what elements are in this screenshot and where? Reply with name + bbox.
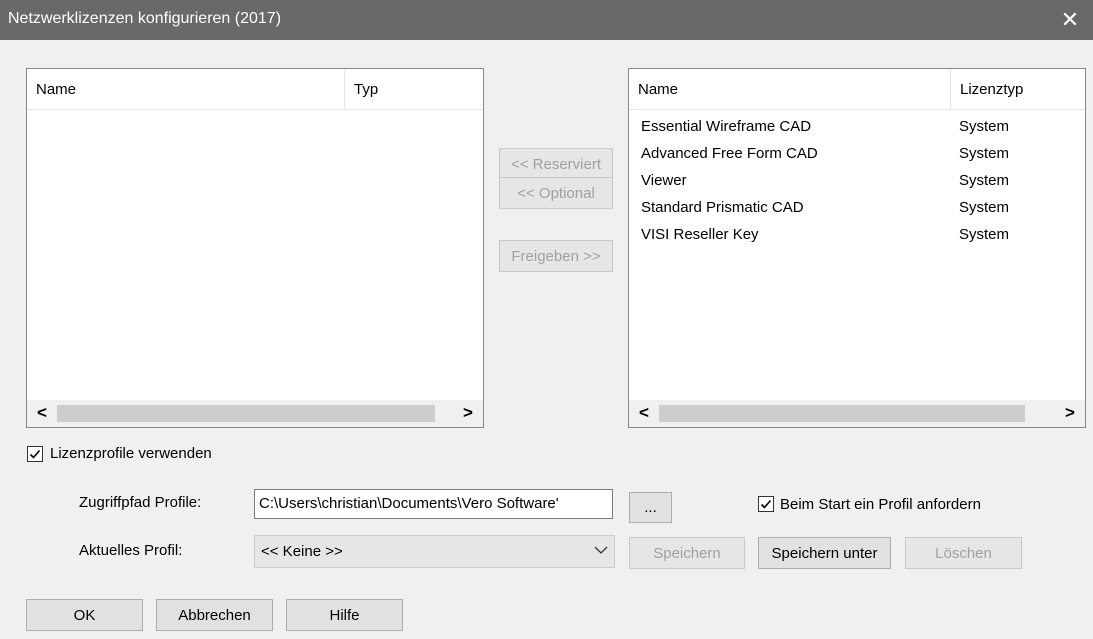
table-row[interactable]: Standard Prismatic CAD System [629, 194, 1085, 221]
title-bar: Netzwerklizenzen konfigurieren (2017) ✕ [0, 0, 1093, 40]
cancel-button[interactable]: Abbrechen [156, 599, 273, 631]
checkmark-icon [29, 449, 41, 459]
table-row[interactable]: Viewer System [629, 167, 1085, 194]
reserve-button[interactable]: << Reserviert [499, 148, 613, 180]
scroll-right-icon[interactable]: > [453, 400, 483, 427]
current-profile-label: Aktuelles Profil: [79, 542, 183, 559]
scrollbar-thumb[interactable] [659, 405, 1025, 422]
help-button[interactable]: Hilfe [286, 599, 403, 631]
use-profiles-checkbox[interactable] [27, 446, 43, 462]
scrollbar-thumb[interactable] [57, 405, 435, 422]
column-header-type[interactable]: Typ [345, 69, 483, 109]
ok-button[interactable]: OK [26, 599, 143, 631]
request-on-start-checkbox[interactable] [758, 496, 774, 512]
license-name: Viewer [641, 172, 687, 189]
profile-path-input[interactable]: C:\Users\christian\Documents\Vero Softwa… [254, 489, 613, 519]
license-type: System [959, 145, 1010, 162]
browse-button[interactable]: ... [629, 492, 672, 523]
license-name: VISI Reseller Key [641, 226, 759, 243]
license-type: System [959, 118, 1010, 135]
table-row[interactable]: Essential Wireframe CAD System [629, 113, 1085, 140]
window-title: Netzwerklizenzen konfigurieren (2017) [8, 10, 282, 27]
license-type: System [959, 226, 1010, 243]
scroll-left-icon[interactable]: < [27, 400, 57, 427]
request-on-start-label[interactable]: Beim Start ein Profil anfordern [780, 496, 981, 513]
profile-path-label: Zugriffpfad Profile: [79, 494, 202, 511]
license-type: System [959, 199, 1010, 216]
license-name: Advanced Free Form CAD [641, 145, 818, 162]
checkmark-icon [760, 499, 772, 509]
scroll-right-icon[interactable]: > [1055, 400, 1085, 427]
release-button[interactable]: Freigeben >> [499, 240, 613, 272]
column-header-name[interactable]: Name [27, 69, 345, 109]
license-name: Standard Prismatic CAD [641, 199, 804, 216]
save-profile-as-button[interactable]: Speichern unter [758, 537, 891, 569]
license-type: System [959, 172, 1010, 189]
delete-profile-button[interactable]: Löschen [905, 537, 1022, 569]
available-licenses-list[interactable]: Name Lizenztyp Essential Wireframe CAD S… [628, 68, 1086, 428]
column-header-name[interactable]: Name [629, 69, 951, 109]
current-profile-dropdown[interactable]: << Keine >> [254, 535, 615, 568]
table-row[interactable]: VISI Reseller Key System [629, 221, 1085, 248]
optional-button[interactable]: << Optional [499, 177, 613, 209]
table-row[interactable]: Advanced Free Form CAD System [629, 140, 1085, 167]
horizontal-scrollbar[interactable]: < > [27, 400, 483, 427]
use-profiles-label[interactable]: Lizenzprofile verwenden [50, 445, 212, 462]
list-header: Name Lizenztyp [629, 69, 1085, 110]
column-header-license-type[interactable]: Lizenztyp [951, 69, 1085, 109]
save-profile-button[interactable]: Speichern [629, 537, 745, 569]
license-name: Essential Wireframe CAD [641, 118, 812, 135]
horizontal-scrollbar[interactable]: < > [629, 400, 1085, 427]
current-profile-value: << Keine >> [261, 543, 343, 560]
assigned-licenses-list[interactable]: Name Typ < > [26, 68, 484, 428]
list-header: Name Typ [27, 69, 483, 110]
scroll-left-icon[interactable]: < [629, 400, 659, 427]
chevron-down-icon [594, 546, 608, 554]
close-icon[interactable]: ✕ [1047, 0, 1093, 40]
